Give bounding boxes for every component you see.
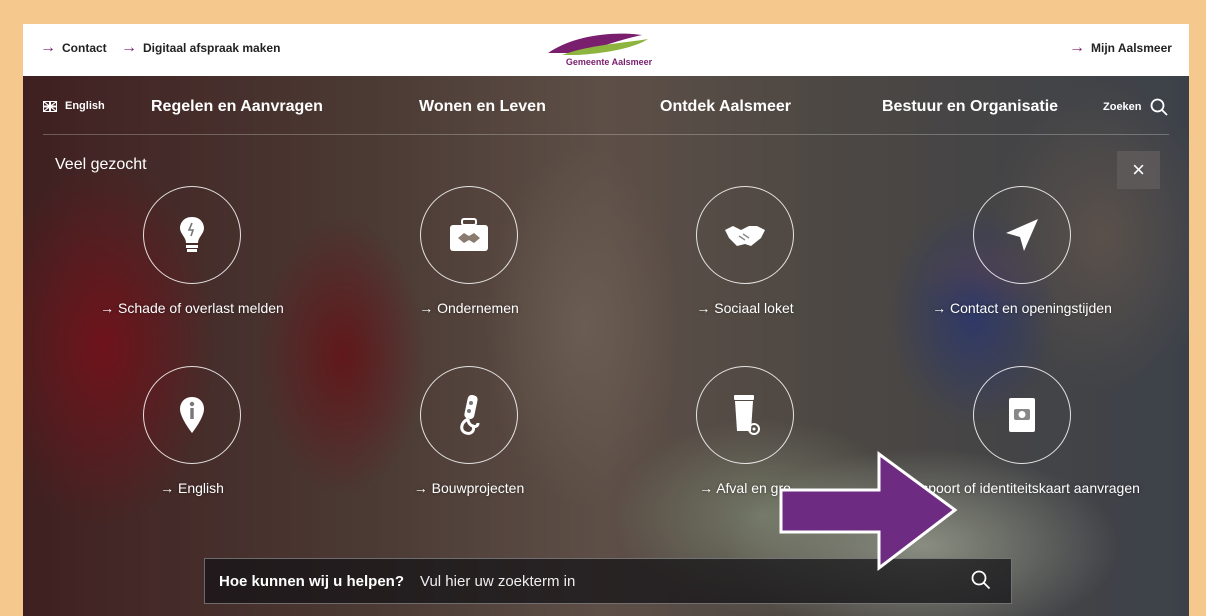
uk-flag-icon	[43, 100, 57, 112]
crane-hook-icon	[460, 394, 480, 435]
tile-circle	[696, 186, 794, 284]
tile-label: → Ondernemen	[419, 300, 519, 316]
tile-circle	[420, 366, 518, 464]
tile-label: → Bouwprojecten	[413, 480, 525, 496]
info-icon	[180, 397, 204, 433]
appointment-link[interactable]: → Digitaal afspraak maken	[121, 39, 281, 56]
tile-label: → Schade of overlast melden	[100, 300, 284, 316]
tile-circle	[973, 186, 1071, 284]
passport-icon	[1009, 398, 1035, 432]
logo-swoosh-icon	[548, 33, 648, 55]
contact-link-label: Contact	[62, 41, 107, 55]
top-bar: → Contact → Digitaal afspraak maken Geme…	[23, 24, 1189, 76]
tile-bouwprojecten[interactable]: → Bouwprojecten	[349, 366, 589, 499]
tile-label: → English	[160, 480, 224, 496]
handshake-icon	[725, 226, 765, 246]
search-toggle[interactable]: Zoeken	[1103, 98, 1168, 116]
mijn-aalsmeer-label: Mijn Aalsmeer	[1091, 41, 1172, 55]
location-arrow-icon	[1006, 219, 1038, 251]
help-search-input[interactable]	[418, 571, 963, 591]
popular-heading: Veel gezocht	[55, 156, 147, 173]
close-icon: ×	[1132, 157, 1145, 182]
arrow-right-icon: →	[1069, 39, 1085, 56]
nav-bestuur-organisatie[interactable]: Bestuur en Organisatie	[882, 98, 1058, 116]
tile-circle	[973, 366, 1071, 464]
search-toggle-label: Zoeken	[1103, 101, 1142, 113]
nav-wonen-leven[interactable]: Wonen en Leven	[419, 98, 546, 116]
appointment-link-label: Digitaal afspraak maken	[143, 41, 281, 55]
nav-divider	[43, 134, 1169, 135]
tile-contact-openingstijden[interactable]: → Contact en openingstijden	[902, 186, 1142, 319]
tile-label: → Sociaal loket	[696, 300, 794, 316]
tile-ondernemen[interactable]: → Ondernemen	[349, 186, 589, 319]
tile-circle	[420, 186, 518, 284]
tile-english[interactable]: → English	[72, 366, 312, 499]
annotation-arrow-icon	[779, 451, 958, 572]
tile-circle	[143, 366, 241, 464]
tile-schade-overlast[interactable]: → Schade of overlast melden	[72, 186, 312, 319]
hero-menu: English Regelen en Aanvragen Wonen en Le…	[23, 76, 1189, 616]
search-icon[interactable]	[971, 570, 991, 590]
contact-link[interactable]: → Contact	[40, 39, 107, 56]
arrow-right-icon: →	[40, 39, 56, 56]
tile-sociaal-loket[interactable]: → Sociaal loket	[625, 186, 865, 319]
nav-regelen-aanvragen[interactable]: Regelen en Aanvragen	[151, 98, 323, 116]
waste-bin-icon	[734, 395, 760, 435]
lightbulb-icon	[180, 217, 204, 252]
nav-ontdek-aalsmeer[interactable]: Ontdek Aalsmeer	[660, 98, 791, 116]
mijn-aalsmeer-link[interactable]: → Mijn Aalsmeer	[1069, 39, 1172, 56]
arrow-right-icon: →	[121, 39, 137, 56]
browser-frame: → Contact → Digitaal afspraak maken Geme…	[23, 24, 1189, 616]
logo-text: Gemeente Aalsmeer	[565, 57, 653, 67]
logo[interactable]: Gemeente Aalsmeer	[544, 29, 674, 69]
language-switch[interactable]: English	[43, 100, 105, 112]
tile-label: → Contact en openingstijden	[932, 300, 1112, 316]
language-label: English	[65, 100, 105, 112]
search-icon	[1150, 98, 1168, 116]
briefcase-icon	[450, 218, 488, 251]
tile-circle	[143, 186, 241, 284]
close-button[interactable]: ×	[1117, 151, 1160, 189]
help-search-label: Hoe kunnen wij u helpen?	[219, 572, 405, 590]
